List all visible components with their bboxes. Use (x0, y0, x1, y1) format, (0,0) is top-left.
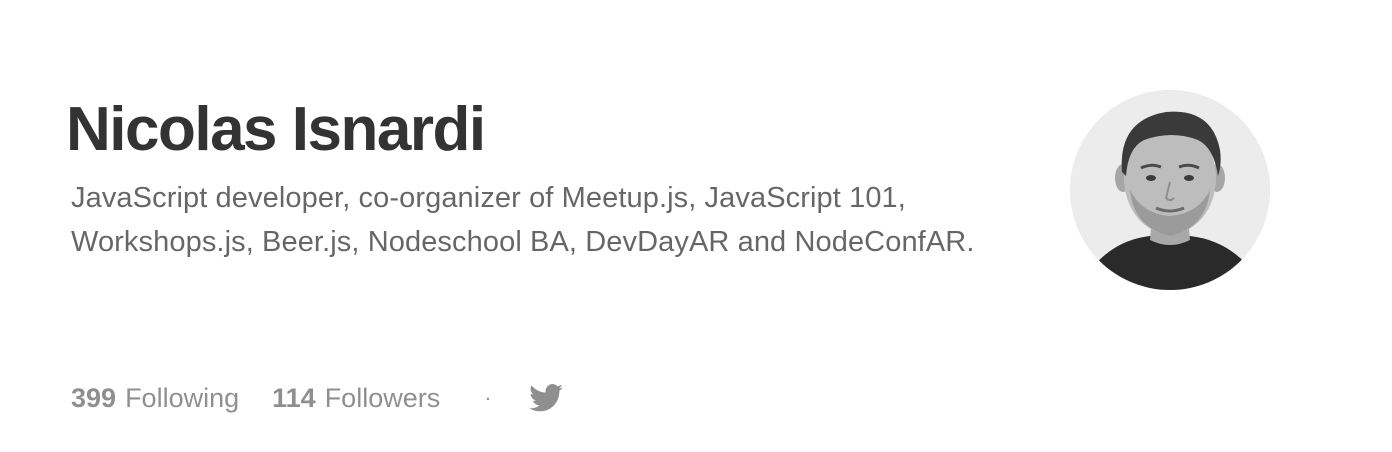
profile-header: Nicolas Isnardi JavaScript developer, co… (0, 0, 1392, 452)
following-count: 399 (71, 382, 117, 413)
profile-name: Nicolas Isnardi (66, 95, 486, 164)
twitter-bird-icon (528, 384, 563, 412)
profile-stats: 399 Following 114 Followers · (71, 376, 563, 420)
profile-bio: JavaScript developer, co-organizer of Me… (71, 182, 975, 258)
followers-label: Followers (324, 382, 441, 413)
followers-count: 114 (272, 382, 316, 413)
followers-link[interactable]: 114 Followers (272, 383, 440, 414)
separator-dot: · (484, 385, 492, 410)
avatar[interactable] (1070, 90, 1270, 290)
following-label: Following (125, 382, 240, 413)
following-link[interactable]: 399 Following (71, 383, 239, 414)
twitter-link[interactable] (528, 383, 563, 413)
user-avatar-photo (1070, 90, 1270, 290)
